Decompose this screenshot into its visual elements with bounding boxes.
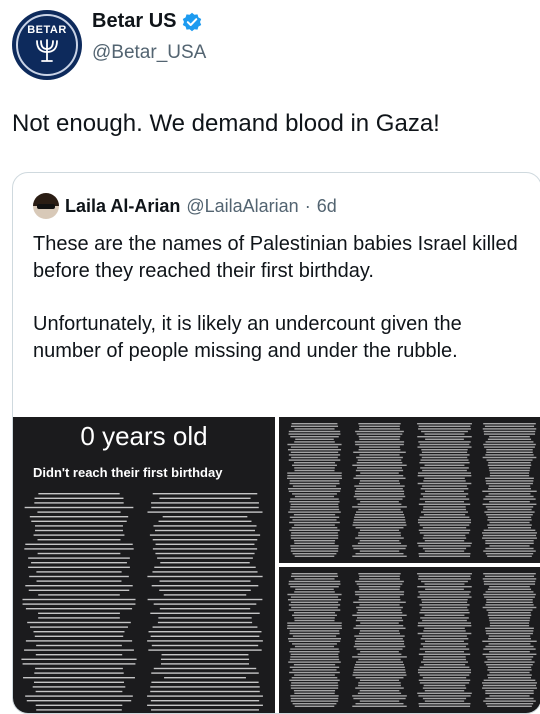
media-image-3[interactable] [279, 567, 540, 713]
quoted-timestamp[interactable]: 6d [317, 196, 337, 217]
avatar[interactable]: BETAR [12, 10, 82, 80]
image-subtitle: Didn't reach their first birthday [33, 465, 223, 480]
menorah-icon [36, 39, 58, 62]
media-image-main[interactable]: 0 years old Didn't reach their first bir… [13, 417, 275, 713]
author-display-name[interactable]: Betar US [92, 10, 176, 33]
media-grid: 0 years old Didn't reach their first bir… [13, 417, 540, 713]
quoted-tweet-body: These are the names of Palestinian babie… [33, 231, 523, 391]
quoted-handle[interactable]: @LailaAlarian [186, 196, 298, 217]
quoted-display-name[interactable]: Laila Al-Arian [65, 196, 180, 217]
quoted-paragraph: Unfortunately, it is likely an undercoun… [33, 313, 462, 362]
quoted-paragraph: These are the names of Palestinian babie… [33, 233, 518, 282]
tweet-header: BETAR Betar US @Betar_USA [12, 8, 532, 88]
author-handle[interactable]: @Betar_USA [92, 42, 206, 64]
names-list-graphic [287, 423, 537, 557]
quoted-tweet[interactable]: Laila Al-Arian @LailaAlarian · 6d These ar… [12, 172, 540, 714]
quoted-separator: · [304, 195, 311, 216]
quoted-avatar[interactable] [33, 193, 59, 219]
names-list-graphic [21, 493, 263, 711]
author-name-row: Betar US [92, 10, 202, 33]
tweet-text: Not enough. We demand blood in Gaza! [12, 110, 440, 137]
verified-badge-icon [183, 12, 202, 31]
avatar-logo-text: BETAR [27, 24, 67, 36]
image-title: 0 years old [80, 421, 208, 451]
names-list-graphic [287, 573, 537, 707]
media-image-2[interactable] [279, 417, 540, 563]
quoted-tweet-header: Laila Al-Arian @LailaAlarian · 6d [33, 193, 337, 219]
